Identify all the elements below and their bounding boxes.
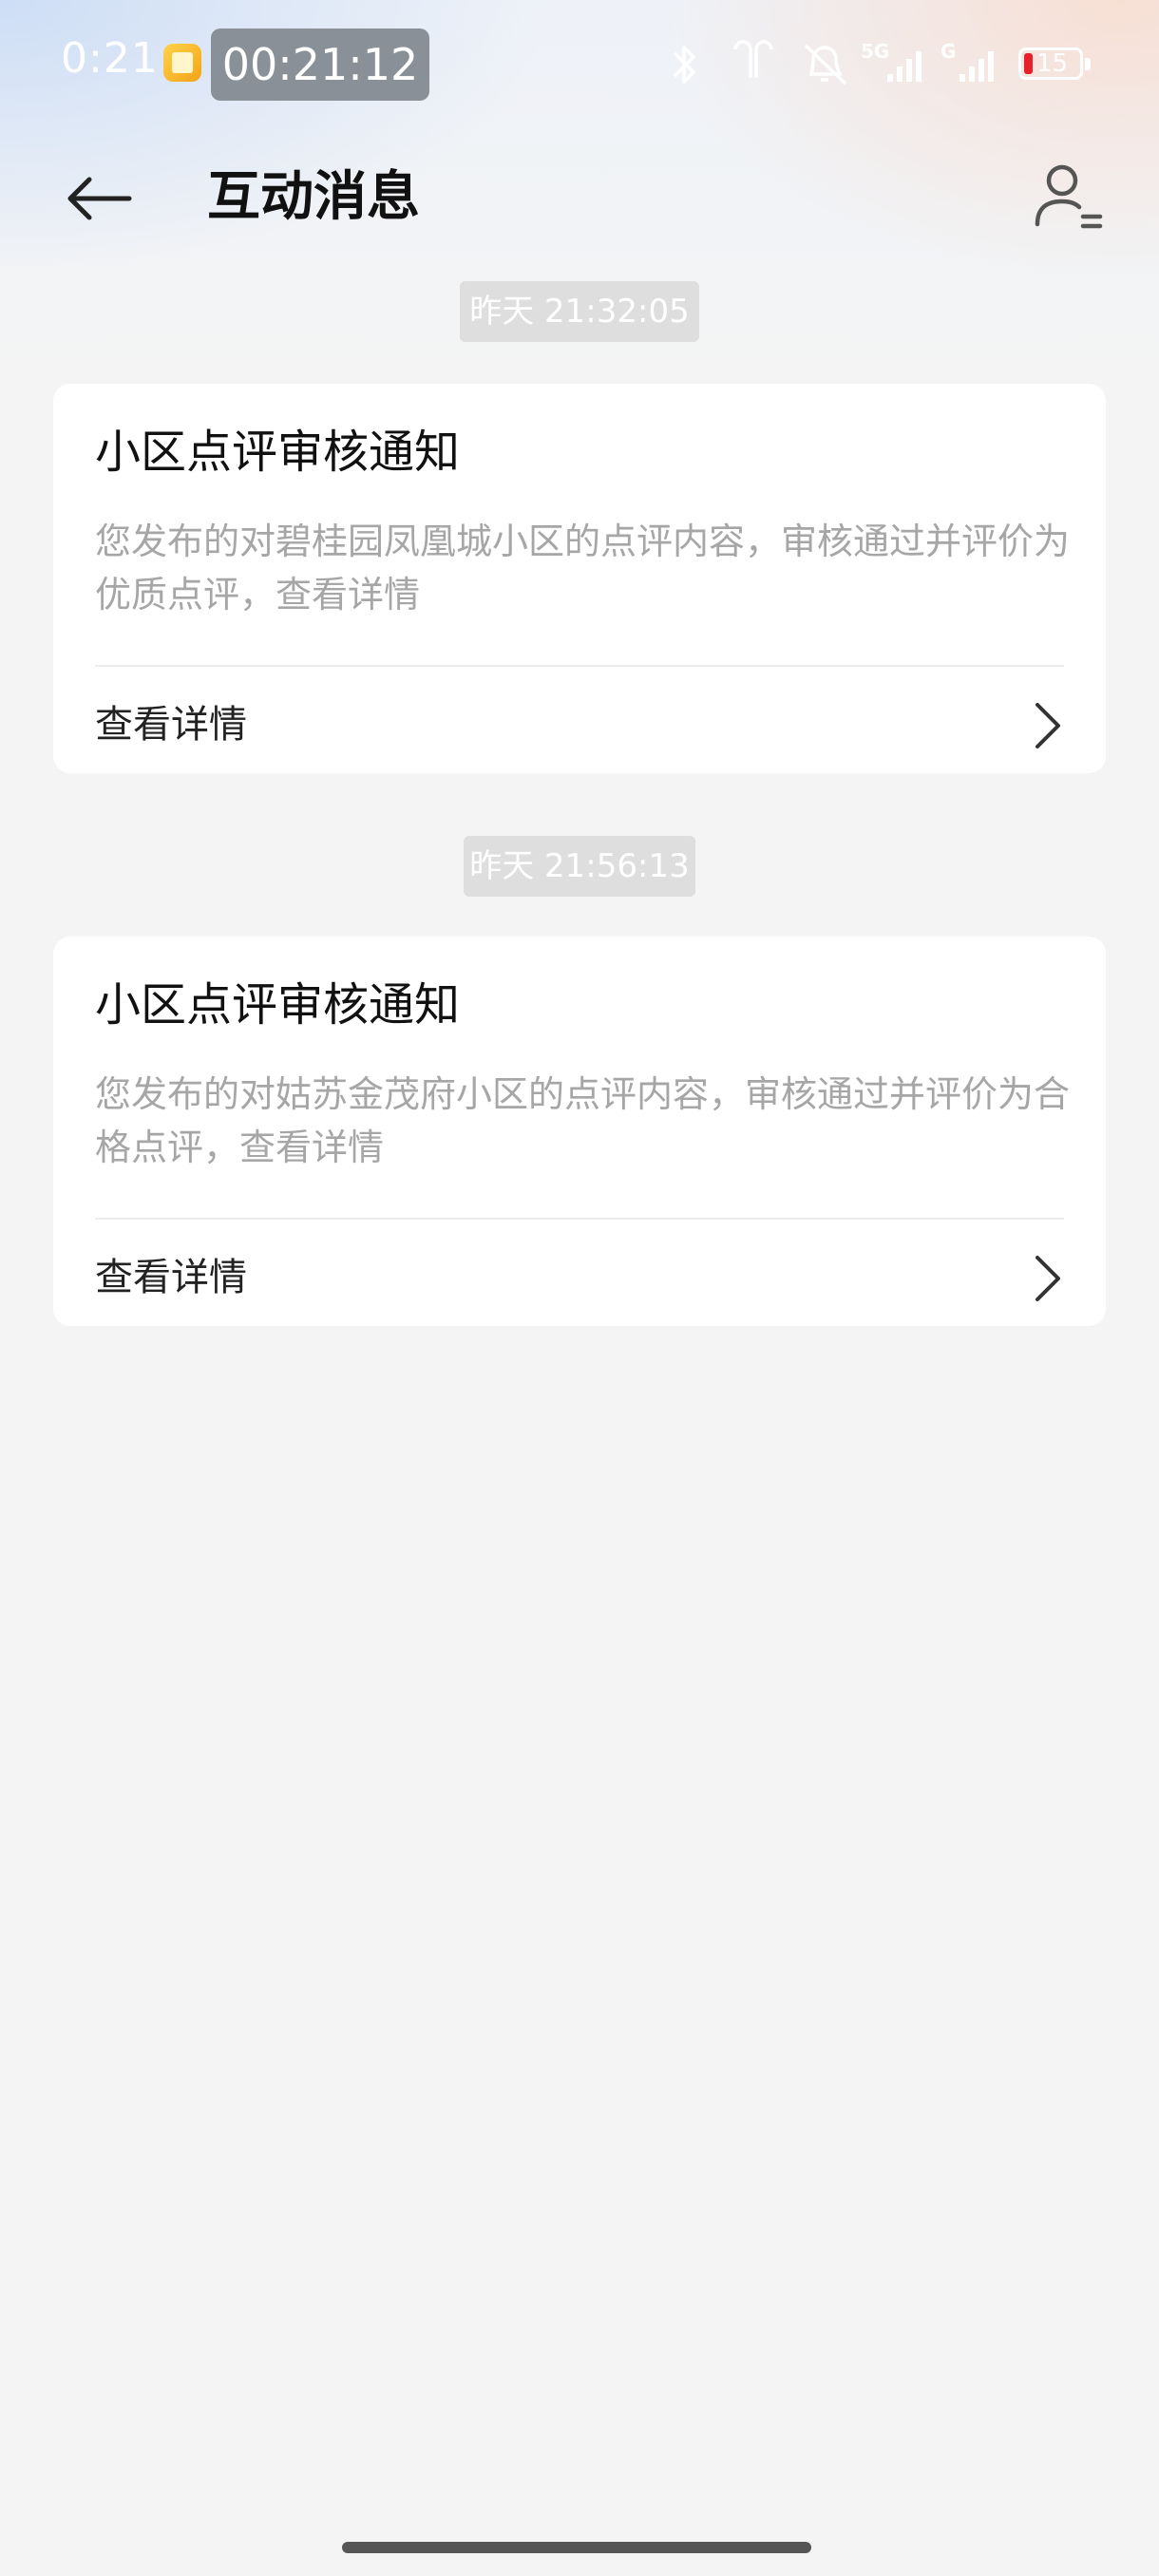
battery-level: 15 xyxy=(1036,49,1069,78)
app-header: 互动消息 xyxy=(0,129,1159,262)
message-card: 小区点评审核通知 您发布的对碧桂园凤凰城小区的点评内容，审核通过并评价为优质点评… xyxy=(53,384,1106,773)
chevron-right-icon xyxy=(1036,1256,1060,1301)
home-indicator[interactable] xyxy=(342,2542,811,2553)
battery-icon: 15 xyxy=(1018,47,1083,80)
view-details-row[interactable]: 查看详情 xyxy=(53,667,1106,773)
user-settings-icon xyxy=(1035,164,1103,229)
app-notification-icon xyxy=(163,44,201,82)
battery-fill xyxy=(1024,53,1033,74)
back-button[interactable] xyxy=(57,156,142,241)
message-body: 您发布的对碧桂园凤凰城小区的点评内容，审核通过并评价为优质点评，查看详情 xyxy=(95,521,1071,616)
message-card: 小区点评审核通知 您发布的对姑苏金茂府小区的点评内容，审核通过并评价为合格点评，… xyxy=(53,937,1106,1326)
chevron-right-icon xyxy=(1036,703,1060,748)
signal-g-label: G xyxy=(940,40,957,63)
bluetooth-icon xyxy=(673,46,695,84)
message-title: 小区点评审核通知 xyxy=(95,978,461,1032)
battery-tip xyxy=(1085,58,1091,70)
earbuds-icon xyxy=(733,40,773,78)
profile-settings-button[interactable] xyxy=(1026,152,1112,237)
arrow-left-icon xyxy=(67,177,132,220)
message-timestamp: 昨天 21:56:13 xyxy=(464,836,695,897)
message-title: 小区点评审核通知 xyxy=(95,426,461,479)
status-time: 0:21 xyxy=(61,34,159,83)
status-bar: 0:21 00:21:12 5G G 15 xyxy=(0,0,1159,129)
message-body: 您发布的对姑苏金茂府小区的点评内容，审核通过并评价为合格点评，查看详情 xyxy=(95,1073,1071,1168)
view-details-row[interactable]: 查看详情 xyxy=(53,1220,1106,1326)
mute-icon xyxy=(804,44,847,85)
signal-icon xyxy=(960,51,994,82)
recording-timer: 00:21:12 xyxy=(211,28,429,101)
message-timestamp: 昨天 21:32:05 xyxy=(460,281,699,342)
signal-5g-icon xyxy=(887,51,922,82)
page-title: 互动消息 xyxy=(207,166,420,228)
view-details-link[interactable]: 查看详情 xyxy=(95,1231,247,1324)
view-details-link[interactable]: 查看详情 xyxy=(95,678,247,771)
